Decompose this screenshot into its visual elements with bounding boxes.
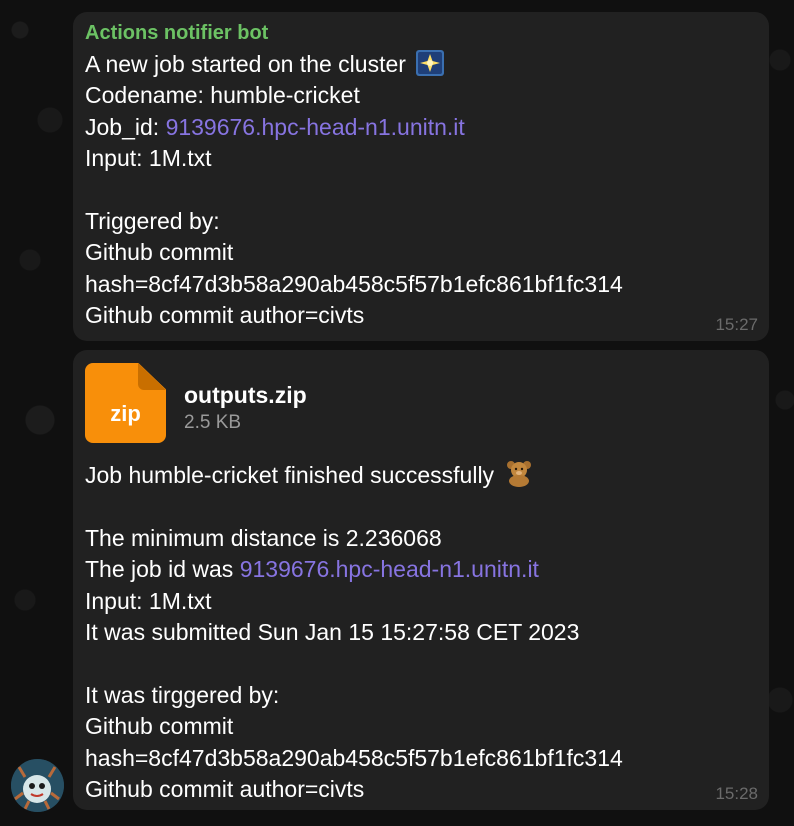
job-id-line: Job_id: 9139676.hpc-head-n1.unitn.it <box>85 112 757 143</box>
message-line: Input: 1M.txt <box>85 587 212 614</box>
sparkle-picture-icon <box>416 50 445 76</box>
file-name[interactable]: outputs.zip <box>184 381 307 409</box>
teddy-bear-icon <box>504 459 532 487</box>
message-text: Job humble-cricket finished successfully <box>85 462 495 488</box>
job-id-label: The job id was <box>85 556 240 583</box>
message-bubble[interactable]: Actions notifier bot A new job started o… <box>73 12 769 341</box>
message-line: hash=8cf47d3b58a290ab458c5f57b1efc861bf1… <box>85 270 623 297</box>
message-bubble[interactable]: zip outputs.zip 2.5 KB Job humble-cricke… <box>73 350 769 810</box>
message-line: hash=8cf47d3b58a290ab458c5f57b1efc861bf1… <box>85 744 623 771</box>
message-line: It was tirggered by: <box>85 681 280 708</box>
job-id-link[interactable]: 9139676.hpc-head-n1.unitn.it <box>240 556 539 582</box>
message-line: Job humble-cricket finished successfully <box>85 459 757 491</box>
message-line: Github commit author=civts <box>85 776 365 803</box>
message-line: Github commit <box>85 713 234 740</box>
job-id-link[interactable]: 9139676.hpc-head-n1.unitn.it <box>166 114 465 140</box>
bot-avatar[interactable] <box>11 759 64 812</box>
message-line: Codename: humble-cricket <box>85 82 360 109</box>
message-line: Triggered by: <box>85 208 220 235</box>
message-time: 15:27 <box>715 315 758 334</box>
message-line: Input: 1M.txt <box>85 145 212 172</box>
message-line: The minimum distance is 2.236068 <box>85 524 442 551</box>
message-line: Github commit <box>85 239 234 266</box>
job-id-label: Job_id: <box>85 113 166 140</box>
message-line: Github commit author=civts <box>85 302 365 329</box>
message-text: A new job started on the cluster <box>85 51 406 77</box>
message-time: 15:28 <box>715 784 758 803</box>
sender-name[interactable]: Actions notifier bot <box>85 21 757 45</box>
file-extension: zip <box>110 401 141 426</box>
job-id-line: The job id was 9139676.hpc-head-n1.unitn… <box>85 554 757 585</box>
file-attachment[interactable]: zip outputs.zip 2.5 KB <box>85 363 757 459</box>
message-line: It was submitted Sun Jan 15 15:27:58 CET… <box>85 619 580 646</box>
file-size: 2.5 KB <box>184 412 242 433</box>
message-line: A new job started on the cluster <box>85 49 757 80</box>
